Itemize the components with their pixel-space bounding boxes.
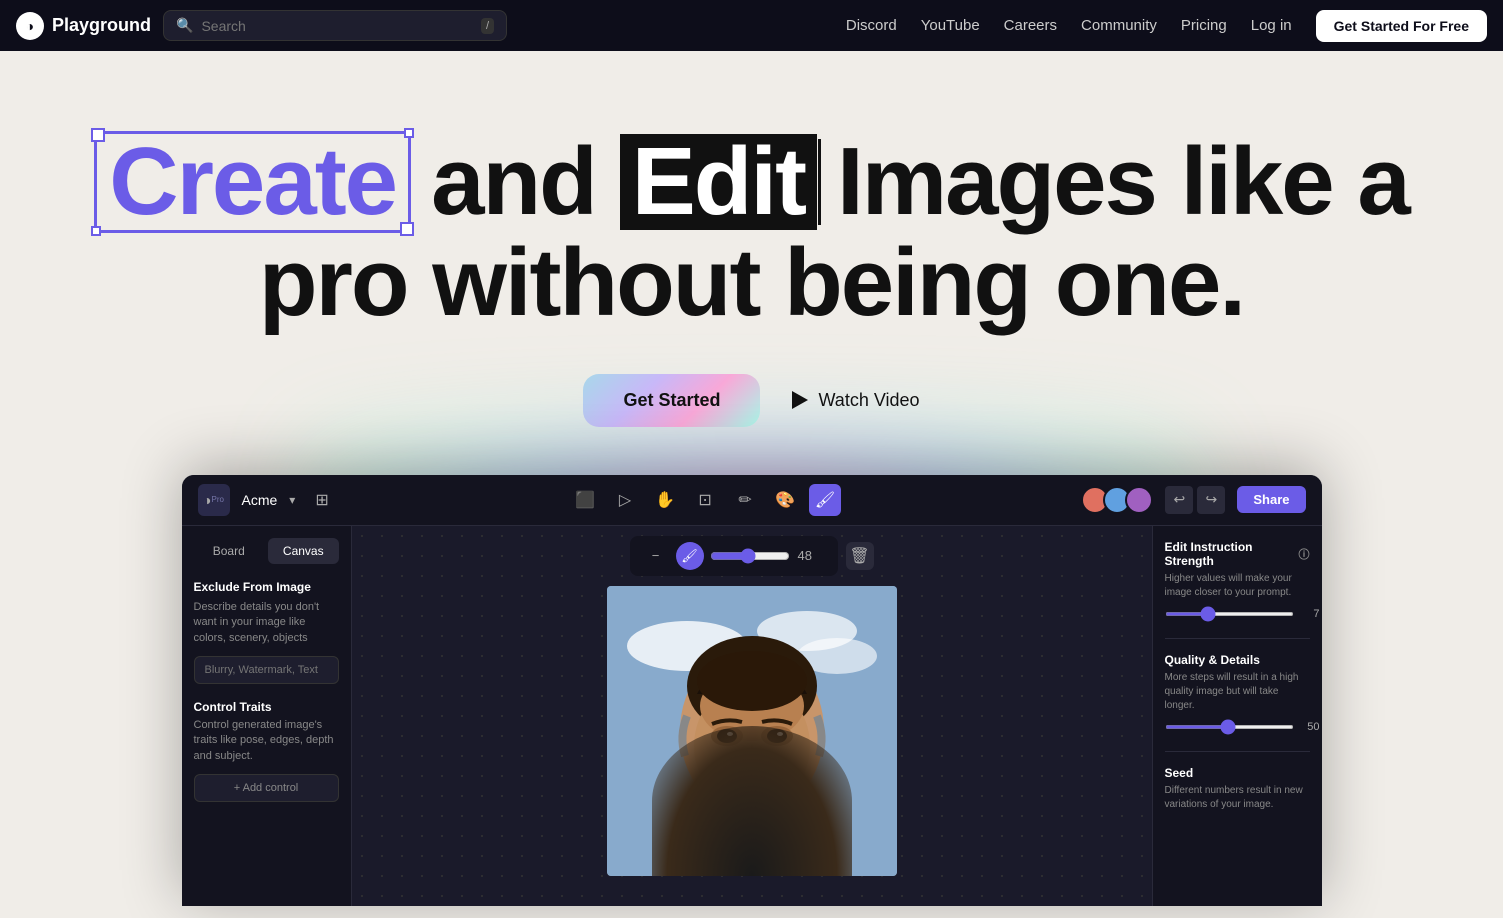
edit-strength-desc: Higher values will make your image close… [1165, 572, 1310, 600]
traits-desc: Control generated image's traits like po… [194, 718, 339, 764]
tool-color[interactable]: 🎨 [769, 484, 801, 516]
seed-desc: Different numbers result in new variatio… [1165, 784, 1310, 812]
panel-tabs: Board Canvas [194, 538, 339, 564]
exclude-input[interactable] [194, 656, 339, 684]
search-icon: 🔍 [176, 17, 193, 34]
canvas-brush-value: 48 [798, 548, 826, 563]
app-topbar-center: ⬛ ▷ ✋ ⊡ ✏ 🎨 🖌 [569, 484, 841, 516]
tool-hand[interactable]: ✋ [649, 484, 681, 516]
nav-community[interactable]: Community [1081, 17, 1157, 34]
navbar: ◑ Playground 🔍 / Discord YouTube Careers… [0, 0, 1503, 51]
undo-button[interactable]: ↩ [1165, 486, 1193, 514]
hero-headline: Create and Edit Images like a pro withou… [54, 131, 1449, 334]
nav-pricing[interactable]: Pricing [1181, 17, 1227, 34]
quality-desc: More steps will result in a high quality… [1165, 671, 1310, 713]
app-body: Board Canvas Exclude From Image Describe… [182, 526, 1322, 906]
nav-right: Discord YouTube Careers Community Pricin… [846, 10, 1487, 42]
watch-video-label: Watch Video [818, 390, 919, 411]
logo-icon: ◑ [16, 12, 44, 40]
canvas-brush-minus[interactable]: − [642, 542, 670, 570]
quality-title: Quality & Details [1165, 653, 1310, 667]
tool-brush[interactable]: 🖌 [809, 484, 841, 516]
canvas-slider-group: 48 [710, 548, 826, 564]
quality-value: 50 [1300, 721, 1320, 733]
nav-logo[interactable]: ◑ Playground [16, 12, 151, 40]
app-pages-icon: ⊞ [315, 490, 328, 510]
traits-title: Control Traits [194, 700, 339, 714]
exclude-section: Exclude From Image Describe details you … [194, 580, 339, 700]
seed-title: Seed [1165, 766, 1310, 780]
tab-canvas[interactable]: Canvas [268, 538, 339, 564]
canvas-delete-button[interactable]: 🗑 [846, 542, 874, 570]
app-topbar: ◑Pro Acme ▾ ⊞ ⬛ ▷ ✋ ⊡ ✏ 🎨 🖌 [182, 475, 1322, 526]
get-started-button[interactable]: Get Started [583, 374, 760, 427]
headline-edit: Edit [620, 134, 817, 230]
search-input[interactable] [201, 18, 473, 34]
selection-handle-tr [404, 128, 414, 138]
tool-select[interactable]: ▷ [609, 484, 641, 516]
nav-discord[interactable]: Discord [846, 17, 897, 34]
portrait-image [607, 586, 897, 876]
canvas-tool-group: − 🖌 48 [630, 536, 838, 576]
portrait-svg [607, 586, 897, 876]
left-panel: Board Canvas Exclude From Image Describe… [182, 526, 352, 906]
nav-cta-button[interactable]: Get Started For Free [1316, 10, 1487, 42]
avatar-3 [1125, 486, 1153, 514]
redo-button[interactable]: ↪ [1197, 486, 1225, 514]
app-chevron-icon: ▾ [289, 493, 295, 507]
tool-pen[interactable]: ✏ [729, 484, 761, 516]
quality-section: Quality & Details More steps will result… [1165, 653, 1310, 733]
undo-redo-group: ↩ ↪ [1165, 486, 1225, 514]
nav-search-bar[interactable]: 🔍 / [163, 10, 507, 41]
canvas-toolbar: − 🖌 48 🗑 [352, 526, 1152, 586]
control-traits-section: Control Traits Control generated image's… [194, 700, 339, 802]
tool-crop[interactable]: ⊡ [689, 484, 721, 516]
app-topbar-right: ↩ ↪ Share [1081, 486, 1305, 514]
quality-slider-row: 50 [1165, 721, 1310, 733]
headline-line1: Create and Edit Images like a [94, 131, 1409, 233]
nav-youtube[interactable]: YouTube [921, 17, 980, 34]
canvas-brush-active[interactable]: 🖌 [676, 542, 704, 570]
exclude-desc: Describe details you don't want in your … [194, 600, 339, 646]
edit-strength-title: Edit Instruction Strength ⓘ [1165, 540, 1310, 568]
seed-section: Seed Different numbers result in new var… [1165, 766, 1310, 812]
right-panel: Edit Instruction Strength ⓘ Higher value… [1152, 526, 1322, 906]
headline-create: Create [94, 131, 411, 233]
share-button[interactable]: Share [1237, 486, 1305, 513]
nav-login[interactable]: Log in [1251, 17, 1292, 34]
hero-actions: Get Started Watch Video [583, 374, 919, 427]
add-control-button[interactable]: + Add control [194, 774, 339, 802]
canvas-area: − 🖌 48 🗑 [352, 526, 1152, 906]
headline-and: and [431, 134, 596, 230]
edit-strength-slider-row: 7 [1165, 608, 1310, 620]
app-topbar-left: ◑Pro Acme ▾ ⊞ [198, 484, 329, 516]
play-icon [792, 391, 808, 409]
right-divider-1 [1165, 638, 1310, 639]
edit-strength-slider[interactable] [1165, 612, 1294, 616]
watch-video-button[interactable]: Watch Video [792, 390, 919, 411]
quality-slider[interactable] [1165, 725, 1294, 729]
hero-section: Create and Edit Images like a pro withou… [0, 51, 1503, 918]
tab-board[interactable]: Board [194, 538, 265, 564]
search-kbd: / [481, 18, 494, 34]
avatar-group [1081, 486, 1153, 514]
app-screenshot: ◑Pro Acme ▾ ⊞ ⬛ ▷ ✋ ⊡ ✏ 🎨 🖌 [182, 475, 1322, 906]
headline-rest: Images like a [837, 134, 1409, 230]
selection-handle-bl [91, 226, 101, 236]
nav-left: ◑ Playground 🔍 / [16, 10, 507, 41]
edit-strength-section: Edit Instruction Strength ⓘ Higher value… [1165, 540, 1310, 620]
nav-brand-label: Playground [52, 15, 151, 36]
help-icon: ⓘ [1299, 546, 1310, 562]
edit-strength-value: 7 [1300, 608, 1320, 620]
headline-line2: pro without being one. [94, 233, 1409, 334]
canvas-image [607, 586, 897, 876]
nav-careers[interactable]: Careers [1004, 17, 1057, 34]
right-divider-2 [1165, 751, 1310, 752]
exclude-title: Exclude From Image [194, 580, 339, 594]
app-logo-icon: ◑Pro [198, 484, 230, 516]
app-brand-name: Acme [242, 492, 278, 508]
tool-frame[interactable]: ⬛ [569, 484, 601, 516]
canvas-brush-slider[interactable] [710, 548, 790, 564]
